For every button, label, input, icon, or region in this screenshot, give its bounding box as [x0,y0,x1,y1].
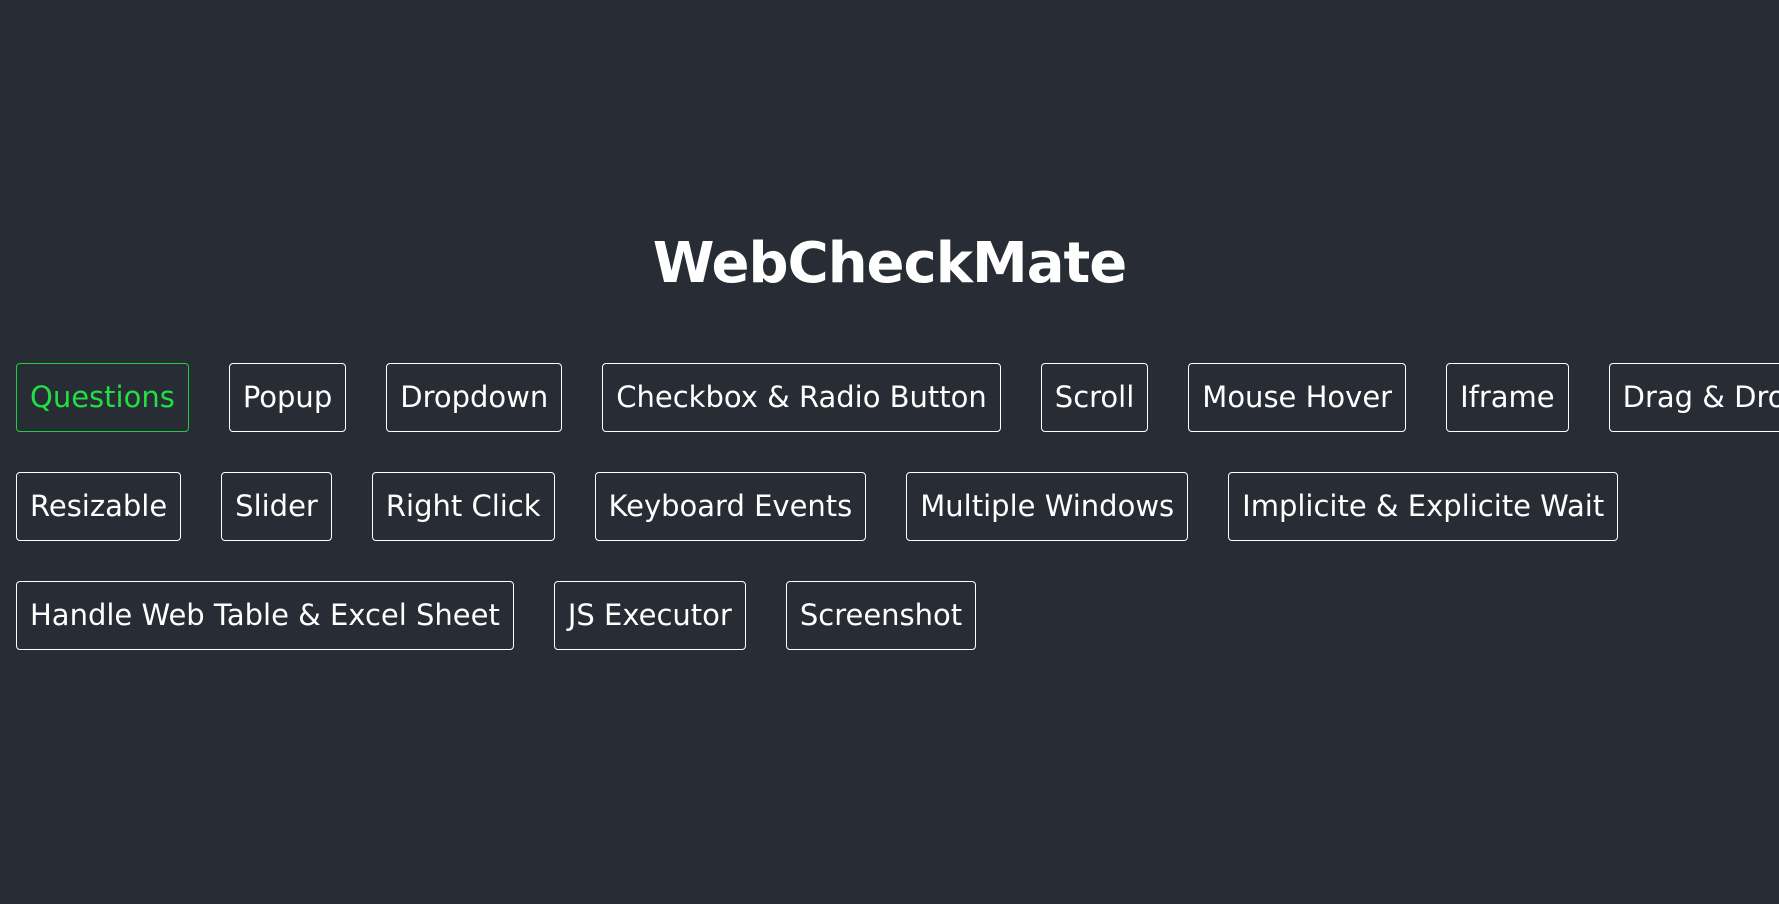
right-click-button[interactable]: Right Click [371,472,555,541]
page: WebCheckMate Questions Popup Dropdown Ch… [0,0,1779,904]
implicit-explicit-wait-button[interactable]: Implicite & Explicite Wait [1228,472,1619,541]
questions-button[interactable]: Questions [16,363,189,432]
dropdown-button[interactable]: Dropdown [386,363,563,432]
js-executor-button[interactable]: JS Executor [553,581,746,650]
mouse-hover-button[interactable]: Mouse Hover [1188,363,1407,432]
nav-row-3: Handle Web Table & Excel Sheet JS Execut… [16,581,1766,650]
nav-row-2: Resizable Slider Right Click Keyboard Ev… [16,472,1766,541]
screenshot-button[interactable]: Screenshot [785,581,977,650]
nav-row-1: Questions Popup Dropdown Checkbox & Radi… [16,363,1779,432]
resizable-button[interactable]: Resizable [16,472,182,541]
iframe-button[interactable]: Iframe [1446,363,1569,432]
web-table-excel-button[interactable]: Handle Web Table & Excel Sheet [16,581,514,650]
slider-button[interactable]: Slider [221,472,332,541]
keyboard-events-button[interactable]: Keyboard Events [594,472,867,541]
checkbox-radio-button[interactable]: Checkbox & Radio Button [602,363,1001,432]
popup-button[interactable]: Popup [228,363,347,432]
multiple-windows-button[interactable]: Multiple Windows [906,472,1189,541]
nav-button-grid: Questions Popup Dropdown Checkbox & Radi… [16,363,1779,690]
scroll-button[interactable]: Scroll [1040,363,1149,432]
drag-drop-button[interactable]: Drag & Drop [1608,363,1779,432]
page-title: WebCheckMate [652,231,1128,296]
